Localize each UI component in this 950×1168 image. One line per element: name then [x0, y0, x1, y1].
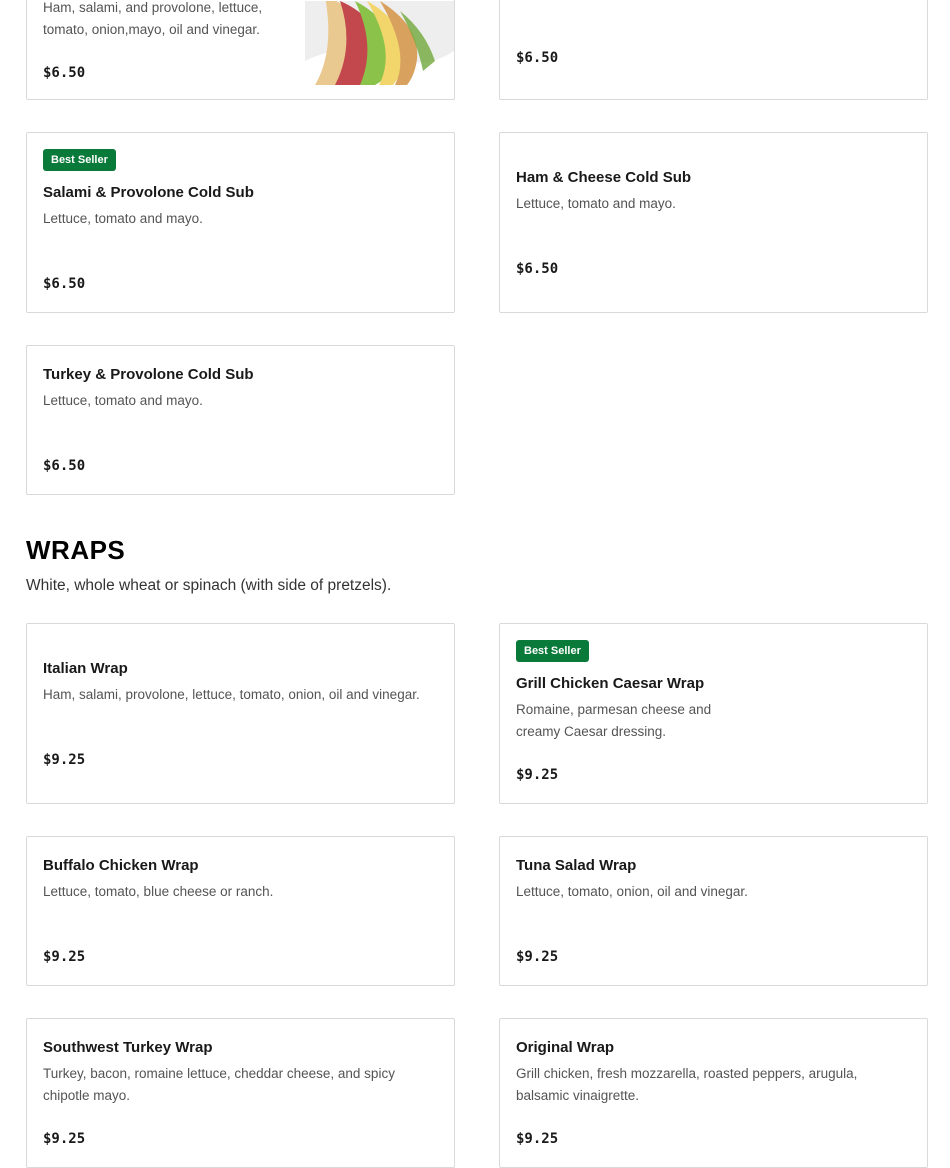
menu-item-card-salami-provolone[interactable]: Best Seller Salami & Provolone Cold Sub …	[26, 132, 455, 313]
sandwich-photo-icon	[305, 1, 454, 85]
item-name: Grill Chicken Caesar Wrap	[516, 675, 705, 692]
item-description: Lettuce, tomato and mayo.	[43, 211, 203, 226]
item-name: Salami & Provolone Cold Sub	[43, 184, 254, 201]
item-price: $6.50	[43, 276, 86, 292]
item-description: Lettuce, tomato, blue cheese or ranch.	[43, 884, 274, 899]
menu-item-card-italian-wrap[interactable]: Italian Wrap Ham, salami, provolone, let…	[26, 623, 455, 804]
item-price: $6.50	[43, 458, 86, 474]
item-image	[305, 1, 454, 85]
section-title: WRAPS	[26, 535, 126, 565]
item-price: $6.50	[516, 50, 559, 66]
item-description: Grill chicken, fresh mozzarella, roasted…	[516, 1066, 858, 1103]
item-name: Tuna Salad Wrap	[516, 857, 637, 874]
item-price: $9.25	[516, 767, 559, 783]
item-description: Turkey, bacon, romaine lettuce, cheddar …	[43, 1066, 395, 1103]
item-description-line-2: creamy Caesar dressing.	[516, 724, 667, 739]
best-seller-badge: Best Seller	[516, 640, 589, 662]
menu-item-card-buffalo-chicken[interactable]: Buffalo Chicken Wrap Lettuce, tomato, bl…	[26, 836, 455, 986]
item-name: Turkey & Provolone Cold Sub	[43, 366, 254, 383]
item-name: Southwest Turkey Wrap	[43, 1039, 213, 1056]
menu-item-card-turkey-provolone[interactable]: Turkey & Provolone Cold Sub Lettuce, tom…	[26, 345, 455, 495]
item-price: $6.50	[43, 65, 86, 81]
item-name: Original Wrap	[516, 1039, 615, 1056]
item-description: Lettuce, tomato and mayo.	[516, 196, 676, 211]
menu-item-card-tuna-salad[interactable]: Tuna Salad Wrap Lettuce, tomato, onion, …	[499, 836, 928, 986]
item-price: $9.25	[43, 752, 86, 768]
item-description: Ham, salami, and provolone, lettuce, tom…	[43, 0, 263, 37]
item-name: Ham & Cheese Cold Sub	[516, 169, 692, 186]
item-price: $6.50	[516, 261, 559, 277]
item-name: Buffalo Chicken Wrap	[43, 857, 199, 874]
menu-item-card-grill-chicken-caesar[interactable]: Best Seller Grill Chicken Caesar Wrap Ro…	[499, 623, 928, 804]
menu-item-card-ham-cheese[interactable]: Ham & Cheese Cold Sub Lettuce, tomato an…	[499, 132, 928, 313]
menu-item-card-original[interactable]: Original Wrap Grill chicken, fresh mozza…	[499, 1018, 928, 1168]
item-description: Lettuce, tomato, onion, oil and vinegar.	[516, 884, 748, 899]
item-description: Lettuce, tomato and mayo.	[43, 393, 203, 408]
best-seller-badge: Best Seller	[43, 149, 116, 171]
menu-item-card-top-right[interactable]: $6.50	[499, 0, 928, 100]
section-subtitle: White, whole wheat or spinach (with side…	[26, 577, 392, 594]
menu-item-card-southwest-turkey[interactable]: Southwest Turkey Wrap Turkey, bacon, rom…	[26, 1018, 455, 1168]
menu-item-card-italian-sub[interactable]: Ham, salami, and provolone, lettuce, tom…	[26, 0, 455, 100]
item-description: Ham, salami, provolone, lettuce, tomato,…	[43, 687, 420, 702]
item-description-line-1: Romaine, parmesan cheese and	[516, 702, 712, 717]
item-name: Italian Wrap	[43, 660, 128, 677]
item-price: $9.25	[43, 949, 86, 965]
item-price: $9.25	[516, 949, 559, 965]
